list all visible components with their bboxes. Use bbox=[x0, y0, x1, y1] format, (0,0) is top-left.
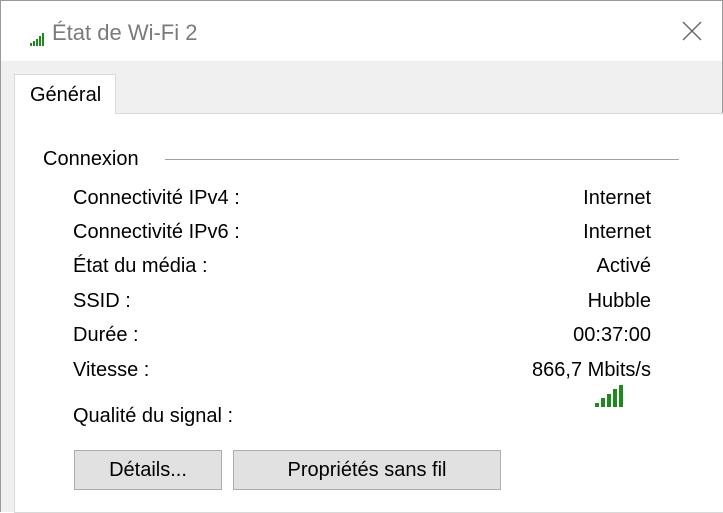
ssid-value: Hubble bbox=[587, 290, 651, 312]
ipv4-label: Connectivité IPv4 : bbox=[73, 187, 240, 209]
duration-label: Durée : bbox=[73, 324, 139, 346]
signal-bar bbox=[595, 403, 599, 407]
tab-panel-general: Connexion Connectivité IPv4 : Internet C… bbox=[14, 113, 723, 513]
title-bar: État de Wi-Fi 2 bbox=[1, 1, 722, 61]
signal-quality-label: Qualité du signal : bbox=[73, 405, 234, 427]
close-icon bbox=[682, 21, 702, 41]
signal-bar bbox=[601, 398, 605, 407]
speed-label: Vitesse : bbox=[73, 359, 150, 381]
signal-bar bbox=[613, 389, 617, 407]
tab-general-label: Général bbox=[30, 84, 102, 106]
signal-bar bbox=[619, 385, 623, 407]
dialog-client-area: Général Connexion Connectivité IPv4 : In… bbox=[1, 61, 723, 513]
group-divider bbox=[165, 159, 679, 160]
media-state-label: État du média : bbox=[73, 255, 208, 277]
wifi-signal-icon bbox=[30, 33, 44, 46]
wifi-status-window: État de Wi-Fi 2 Général Connexion Connec… bbox=[0, 0, 723, 513]
tab-general[interactable]: Général bbox=[14, 74, 116, 114]
speed-value: 866,7 Mbits/s bbox=[532, 359, 651, 381]
connection-group-title: Connexion bbox=[43, 148, 139, 170]
ipv6-label: Connectivité IPv6 : bbox=[73, 221, 240, 243]
ipv6-value: Internet bbox=[583, 221, 651, 243]
wireless-properties-button[interactable]: Propriétés sans fil bbox=[233, 450, 501, 490]
ssid-label: SSID : bbox=[73, 290, 131, 312]
ipv4-value: Internet bbox=[583, 187, 651, 209]
window-title: État de Wi-Fi 2 bbox=[52, 20, 198, 45]
media-state-value: Activé bbox=[596, 255, 651, 277]
duration-value: 00:37:00 bbox=[573, 324, 651, 346]
signal-bar bbox=[607, 394, 611, 407]
signal-strength-icon bbox=[595, 385, 623, 407]
close-button[interactable] bbox=[662, 1, 722, 61]
details-button[interactable]: Détails... bbox=[74, 450, 222, 490]
